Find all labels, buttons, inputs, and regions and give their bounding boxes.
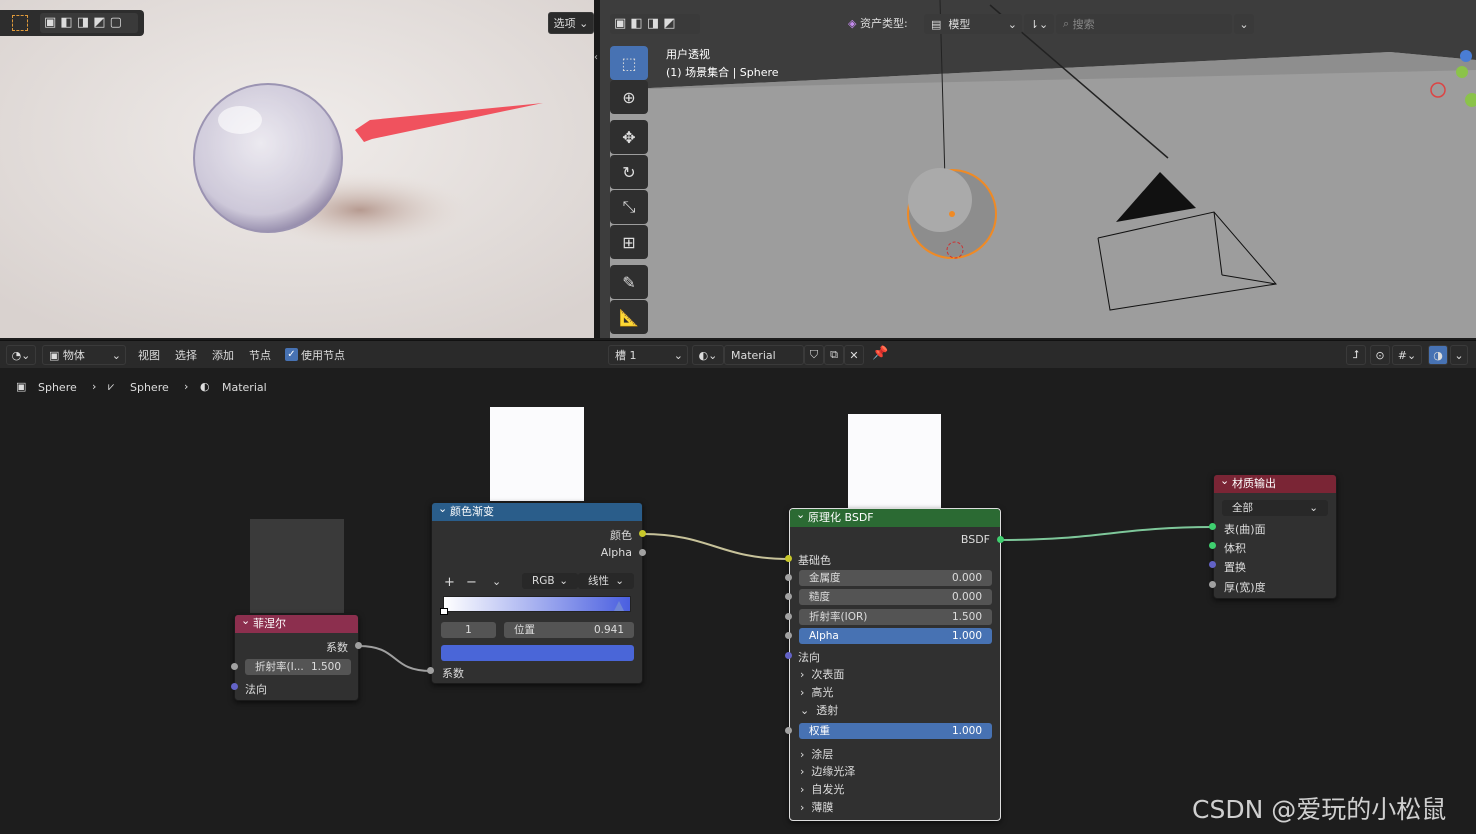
sheen-section[interactable]: › 边缘光泽 <box>800 763 855 779</box>
thickness-socket[interactable] <box>1209 581 1216 588</box>
fresnel-ior-socket[interactable] <box>231 663 238 670</box>
ramp-preview <box>490 407 584 501</box>
ramp-gradient[interactable] <box>443 596 631 612</box>
color-ramp-node[interactable]: 颜色渐变 颜色 Alpha + − ⌄ RGB⌄ 线性⌄ 1 位置0.941 系… <box>431 500 643 684</box>
fresnel-ior-field[interactable]: 折射率(I... 1.500 <box>245 659 351 675</box>
node-title: 颜色渐变 <box>432 500 642 521</box>
displacement-socket[interactable] <box>1209 561 1216 568</box>
fresnel-out-socket[interactable] <box>355 642 362 649</box>
ramp-stop-blue[interactable] <box>614 601 624 611</box>
node-title: 原理化 BSDF <box>790 506 1000 527</box>
emission-section[interactable]: › 自发光 <box>800 781 844 797</box>
node-links <box>358 526 1214 672</box>
ior-socket[interactable] <box>785 613 792 620</box>
normal-socket[interactable] <box>785 652 792 659</box>
transmission-weight-field[interactable]: 权重 1.000 <box>799 723 992 739</box>
add-stop-icon[interactable]: + <box>444 575 455 590</box>
volume-label: 体积 <box>1224 542 1246 555</box>
ramp-color-socket[interactable] <box>639 530 646 537</box>
weight-socket[interactable] <box>785 727 792 734</box>
roughness-field[interactable]: 糙度 0.000 <box>799 589 992 605</box>
thickness-label: 厚(宽)度 <box>1224 581 1266 594</box>
ramp-fac-label: 系数 <box>442 667 464 680</box>
node-title: 菲涅尔 <box>235 612 358 633</box>
ramp-interp-dropdown[interactable]: 线性 ⌄ <box>578 573 634 589</box>
principled-bsdf-node[interactable]: 原理化 BSDF BSDF 基础色 金属度0.000 糙度0.000 折射率(I… <box>789 506 1001 821</box>
base-color-socket[interactable] <box>785 555 792 562</box>
ramp-color-out-label: 颜色 <box>610 529 632 542</box>
node-title: 材质输出 <box>1214 472 1336 493</box>
volume-socket[interactable] <box>1209 542 1216 549</box>
base-color-label: 基础色 <box>798 554 831 567</box>
surface-label: 表(曲)面 <box>1224 523 1266 536</box>
transmission-section[interactable]: ⌄ 透射 <box>800 702 838 718</box>
specular-section[interactable]: › 高光 <box>800 684 833 700</box>
metallic-socket[interactable] <box>785 574 792 581</box>
fresnel-out-label: 系数 <box>326 641 348 654</box>
bsdf-out-socket[interactable] <box>997 536 1004 543</box>
alpha-socket[interactable] <box>785 632 792 639</box>
fresnel-preview <box>250 519 344 613</box>
subsurface-section[interactable]: › 次表面 <box>800 666 844 682</box>
ramp-stop-white[interactable] <box>440 608 448 615</box>
alpha-field[interactable]: Alpha 1.000 <box>799 628 992 644</box>
ramp-menu-icon[interactable]: ⌄ <box>492 575 501 588</box>
ramp-stop-index[interactable]: 1 <box>441 622 496 638</box>
ramp-fac-socket[interactable] <box>427 667 434 674</box>
watermark: CSDN @爱玩的小松鼠 <box>1192 795 1447 824</box>
output-target-dropdown[interactable]: 全部 ⌄ <box>1222 500 1328 516</box>
ramp-alpha-out-label: Alpha <box>600 546 632 559</box>
roughness-socket[interactable] <box>785 593 792 600</box>
fresnel-normal-label: 法向 <box>245 683 267 696</box>
fresnel-node[interactable]: 菲涅尔 系数 折射率(I...1.500 法向 <box>234 612 359 701</box>
ramp-stop-color[interactable] <box>441 645 634 661</box>
material-output-node[interactable]: 材质输出 全部⌄ 表(曲)面 体积 置换 厚(宽)度 <box>1213 472 1337 599</box>
bsdf-preview <box>848 414 941 508</box>
fresnel-normal-socket[interactable] <box>231 683 238 690</box>
metallic-field[interactable]: 金属度 0.000 <box>799 570 992 586</box>
ramp-mode-dropdown[interactable]: RGB ⌄ <box>522 573 578 589</box>
ramp-position-field[interactable]: 位置 0.941 <box>504 622 634 638</box>
bsdf-normal-label: 法向 <box>798 651 820 664</box>
remove-stop-icon[interactable]: − <box>466 575 477 590</box>
ramp-alpha-socket[interactable] <box>639 549 646 556</box>
bsdf-out-label: BSDF <box>960 533 990 546</box>
displacement-label: 置换 <box>1224 561 1246 574</box>
thin-film-section[interactable]: › 薄膜 <box>800 799 833 815</box>
surface-socket[interactable] <box>1209 523 1216 530</box>
ior-field[interactable]: 折射率(IOR) 1.500 <box>799 609 992 625</box>
coat-section[interactable]: › 涂层 <box>800 746 833 762</box>
